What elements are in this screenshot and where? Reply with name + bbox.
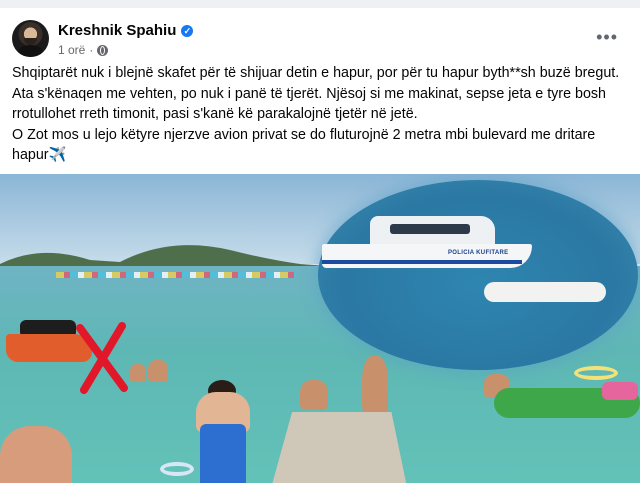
swimmer [148, 360, 168, 382]
post-paragraph-2: O Zot mos u lejo këtyre njerzve avion pr… [12, 126, 596, 164]
facebook-post: Kreshnik Spahiu ✓ 1 orë · ••• Shqiptarët… [0, 8, 640, 483]
woman-in-swimsuit [200, 424, 246, 483]
swimmer [300, 380, 328, 410]
post-text: Shqiptarët nuk i blejnë skafet për të sh… [12, 63, 628, 166]
police-boat [322, 244, 532, 268]
standing-man [362, 356, 388, 416]
more-options-icon[interactable]: ••• [596, 28, 618, 46]
verified-badge-icon: ✓ [181, 24, 194, 37]
red-cross-mark [76, 322, 128, 394]
concrete-pier [270, 412, 408, 483]
inset-circle [318, 180, 638, 370]
post-header: Kreshnik Spahiu ✓ 1 orë · ••• [12, 20, 628, 62]
swimmer [130, 364, 146, 382]
white-dinghy [484, 282, 606, 302]
author-name[interactable]: Kreshnik Spahiu [58, 22, 176, 39]
post-paragraph-1: Shqiptarët nuk i blejnë skafet për të sh… [12, 65, 620, 122]
foreground-person [0, 426, 72, 483]
post-photo[interactable]: POLICIA KUFITARE [0, 174, 640, 483]
airplane-emoji: ✈️ [48, 147, 67, 163]
child-float-ring [160, 462, 194, 476]
post-meta: 1 orë · [58, 43, 109, 57]
post-time[interactable]: 1 orë [58, 43, 85, 57]
police-boat-label: POLICIA KUFITARE [448, 250, 509, 256]
globe-icon [97, 44, 109, 56]
pink-inflatable [602, 382, 638, 400]
author-avatar[interactable] [12, 20, 49, 57]
yellow-float-ring [574, 366, 618, 380]
beach-umbrellas [56, 272, 296, 278]
